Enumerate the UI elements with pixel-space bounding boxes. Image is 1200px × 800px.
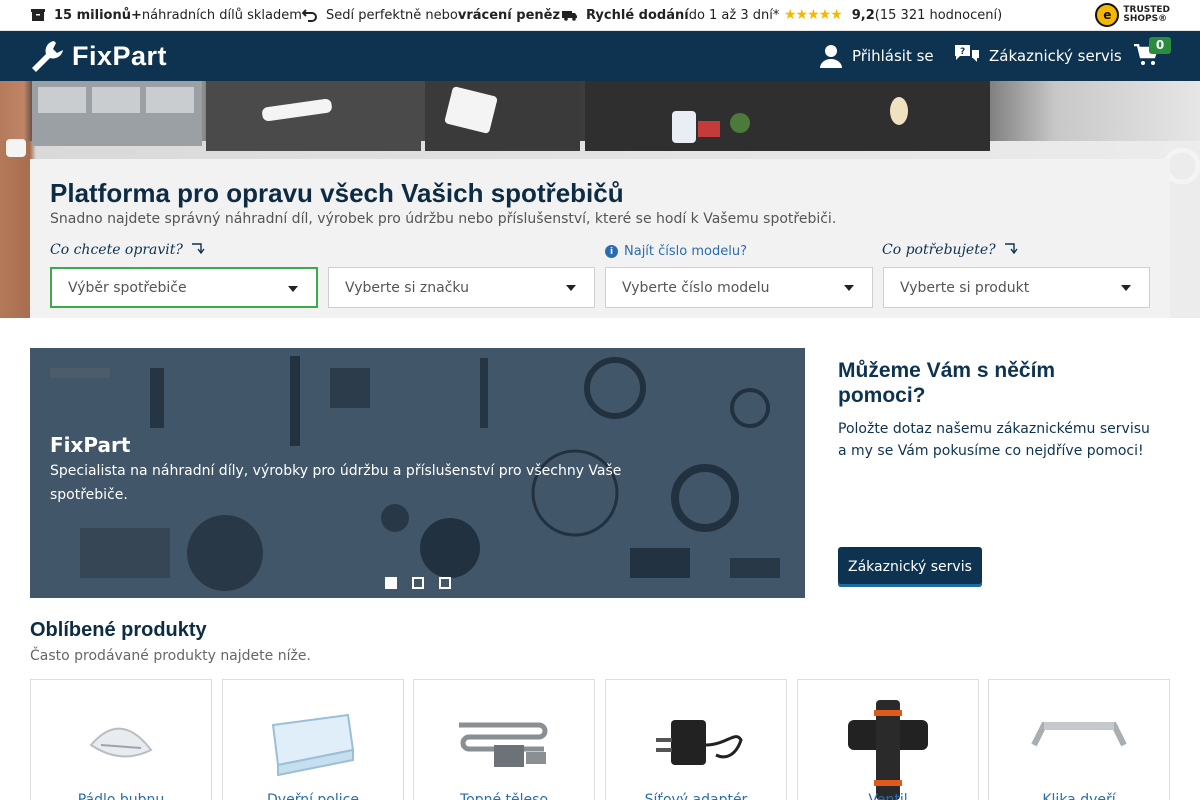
product-card[interactable]: Topné těleso <box>413 679 595 800</box>
power-adapter-icon <box>656 720 743 765</box>
door-shelf-icon <box>271 713 355 777</box>
undo-icon <box>302 9 317 22</box>
truck-icon <box>562 11 577 21</box>
hero-banner[interactable]: FixPart Specialista na náhradní díly, vý… <box>30 348 805 598</box>
usp-bar: 15 milionů+ náhradních dílů skladem Sedí… <box>0 0 1200 31</box>
popular-products-subtitle: Často prodávané produkty najdete níže. <box>30 648 311 664</box>
cart-count-badge: 0 <box>1149 37 1171 54</box>
logo[interactable]: FixPart <box>30 39 167 73</box>
slider-dot-3[interactable] <box>439 577 451 589</box>
login-link[interactable]: Přihlásit se <box>820 31 934 81</box>
hint-repair: Co chcete opravit? <box>50 242 205 258</box>
drum-paddle-icon <box>89 727 153 758</box>
page-title: Platforma pro opravu všech Vašich spotře… <box>50 178 624 208</box>
trusted-shops-badge[interactable]: e TRUSTED SHOPS® <box>1095 3 1170 27</box>
appliance-select[interactable]: Výběr spotřebiče <box>50 267 318 308</box>
product-select[interactable]: Vyberte si produkt <box>883 267 1150 308</box>
find-model-number-link[interactable]: i Najít číslo modelu? <box>605 244 747 259</box>
help-title: Můžeme Vám s něčím pomoci? <box>838 359 1056 407</box>
product-card[interactable]: Klika dveří <box>988 679 1170 800</box>
brand-select[interactable]: Vyberte si značku <box>328 267 595 308</box>
hint-need: Co potřebujete? <box>882 242 1018 258</box>
banner-title: FixPart <box>50 433 131 457</box>
usp-rating[interactable]: ★★★★★ 9,2 (15 321 hodnocení) <box>784 7 1002 23</box>
chevron-down-icon <box>566 285 576 291</box>
heating-element-icon <box>459 722 548 767</box>
usp-stock: 15 milionů+ náhradních dílů skladem <box>30 7 302 23</box>
svg-text:?: ? <box>960 47 965 57</box>
chevron-down-icon <box>288 286 298 292</box>
usp-return: Sedí perfektně nebo vrácení peněz <box>302 7 560 23</box>
chevron-down-icon <box>1121 285 1131 291</box>
chevron-down-icon <box>844 285 854 291</box>
wrench-logo-icon <box>32 41 63 72</box>
door-handle-icon <box>1031 722 1127 747</box>
user-icon <box>820 45 842 68</box>
main-header: FixPart Přihlásit se ? Zákaznický servis <box>0 31 1200 81</box>
help-text: Položte dotaz našemu zákaznickému servis… <box>838 421 1150 459</box>
usp-delivery: Rychlé dodání do 1 až 3 dní* <box>562 7 779 23</box>
curved-arrow-icon <box>1005 243 1018 255</box>
curved-arrow-icon <box>192 243 205 255</box>
product-card[interactable]: Pádlo bubnu <box>30 679 212 800</box>
trusted-shops-logo-icon: e <box>1095 3 1120 27</box>
slider-dot-2[interactable] <box>412 577 424 589</box>
box-icon <box>31 9 45 21</box>
banner-text: Specialista na náhradní díly, výrobky pr… <box>50 463 622 503</box>
chat-question-icon: ? <box>955 45 979 62</box>
product-card[interactable]: Síťový adaptér <box>605 679 787 800</box>
product-card[interactable]: Dveřní police <box>222 679 404 800</box>
customer-service-link[interactable]: ? Zákaznický servis <box>955 31 1122 81</box>
rating-stars: ★★★★★ <box>784 7 843 23</box>
page-subtitle: Snadno najdete správný náhradní díl, výr… <box>50 211 837 227</box>
valve-icon <box>848 700 928 800</box>
info-icon: i <box>605 245 618 258</box>
slider-dot-1[interactable] <box>385 577 397 589</box>
customer-service-button[interactable]: Zákaznický servis <box>838 547 982 587</box>
model-select[interactable]: Vyberte číslo modelu <box>605 267 873 308</box>
popular-products-title: Oblíbené produkty <box>30 619 207 641</box>
product-card[interactable]: Ventil <box>797 679 979 800</box>
